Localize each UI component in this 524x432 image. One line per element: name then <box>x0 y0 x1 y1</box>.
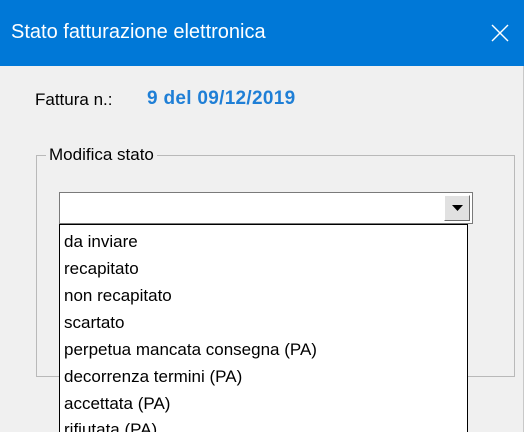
dropdown-option-accettata[interactable]: accettata (PA) <box>64 393 170 415</box>
window-title: Stato fatturazione elettronica <box>11 21 266 43</box>
close-icon <box>491 24 509 42</box>
title-bar[interactable]: Stato fatturazione elettronica <box>0 0 524 66</box>
dropdown-option-da-inviare[interactable]: da inviare <box>64 231 138 253</box>
dropdown-option-scartato[interactable]: scartato <box>64 312 124 334</box>
status-combobox[interactable] <box>59 192 473 224</box>
dropdown-option-non-recapitato[interactable]: non recapitato <box>64 285 172 307</box>
dropdown-option-rifiutata[interactable]: rifiutata (PA) <box>64 419 157 432</box>
dropdown-option-decorrenza-termini[interactable]: decorrenza termini (PA) <box>64 366 242 388</box>
dropdown-option-perpetua-mancata-consegna[interactable]: perpetua mancata consegna (PA) <box>64 339 317 361</box>
dropdown-button[interactable] <box>444 195 470 221</box>
dialog-window: Stato fatturazione elettronica Fattura n… <box>0 0 524 432</box>
invoice-label: Fattura n.: <box>35 90 113 109</box>
dropdown-arrow-icon <box>451 199 463 217</box>
dropdown-option-recapitato[interactable]: recapitato <box>64 258 139 280</box>
status-group-legend: Modifica stato <box>46 144 157 166</box>
status-dropdown-list[interactable]: da inviare recapitato non recapitato sca… <box>59 224 468 432</box>
close-button[interactable] <box>476 0 524 66</box>
invoice-number-value: 9 del 09/12/2019 <box>147 88 296 109</box>
